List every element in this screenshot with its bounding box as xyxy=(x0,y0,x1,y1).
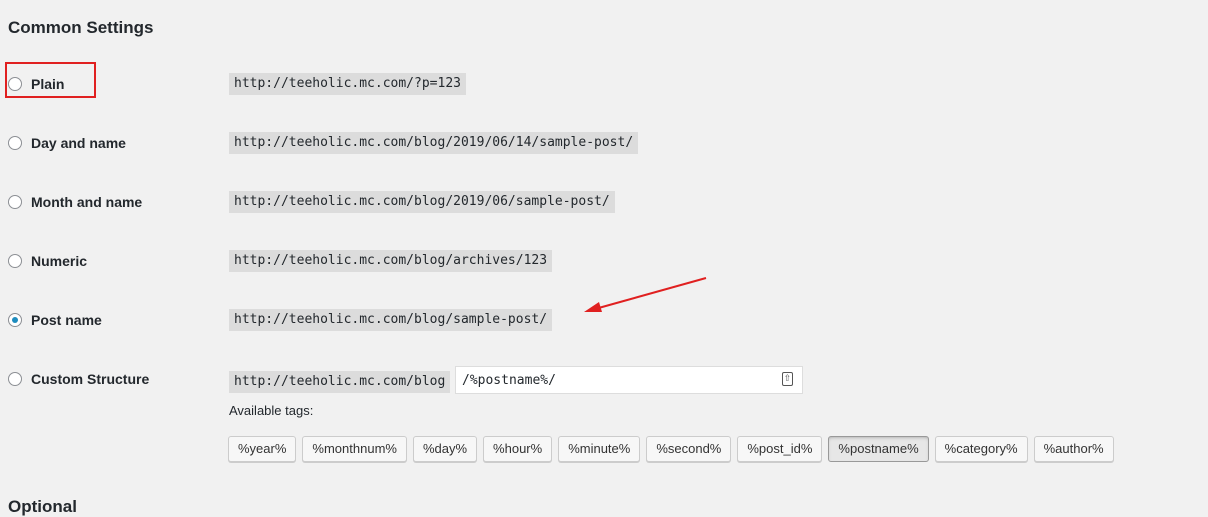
option-label: Custom Structure xyxy=(31,371,150,387)
url-example-post-name: http://teeholic.mc.com/blog/sample-post/ xyxy=(229,309,553,331)
tag-day-button[interactable]: %day% xyxy=(412,436,478,462)
annotation-arrow-icon xyxy=(584,277,707,312)
tag-author-button[interactable]: %author% xyxy=(1033,436,1114,462)
tag-post-id-button[interactable]: %post_id% xyxy=(737,436,823,462)
radio-post-name[interactable] xyxy=(8,313,22,327)
tag-hour-button[interactable]: %hour% xyxy=(483,436,553,462)
next-section-heading: Optional xyxy=(8,497,77,516)
option-numeric[interactable]: Numeric xyxy=(8,253,87,269)
option-post-name[interactable]: Post name xyxy=(8,312,102,328)
password-manager-icon[interactable]: ⇧ xyxy=(782,372,793,386)
radio-day-and-name[interactable] xyxy=(8,136,22,150)
available-tags-list: %year% %monthnum% %day% %hour% %minute% … xyxy=(228,436,1114,462)
url-prefix-custom: http://teeholic.mc.com/blog xyxy=(229,371,451,393)
url-example-day-and-name: http://teeholic.mc.com/blog/2019/06/14/s… xyxy=(229,132,639,154)
option-label: Month and name xyxy=(31,194,143,210)
tag-monthnum-button[interactable]: %monthnum% xyxy=(302,436,407,462)
option-month-and-name[interactable]: Month and name xyxy=(8,194,142,210)
option-plain[interactable]: Plain xyxy=(8,76,64,92)
radio-custom-structure[interactable] xyxy=(8,372,22,386)
option-custom-structure[interactable]: Custom Structure xyxy=(8,371,149,387)
radio-numeric[interactable] xyxy=(8,254,22,268)
section-heading: Common Settings xyxy=(8,18,154,37)
tag-year-button[interactable]: %year% xyxy=(228,436,297,462)
url-example-plain: http://teeholic.mc.com/?p=123 xyxy=(229,73,466,95)
tag-minute-button[interactable]: %minute% xyxy=(558,436,641,462)
url-example-numeric: http://teeholic.mc.com/blog/archives/123 xyxy=(229,250,553,272)
option-label: Numeric xyxy=(31,253,88,269)
available-tags-label: Available tags: xyxy=(229,403,314,418)
tag-second-button[interactable]: %second% xyxy=(646,436,732,462)
radio-plain[interactable] xyxy=(8,77,22,91)
url-example-month-and-name: http://teeholic.mc.com/blog/2019/06/samp… xyxy=(229,191,615,213)
option-label: Day and name xyxy=(31,135,126,151)
radio-month-and-name[interactable] xyxy=(8,195,22,209)
option-day-and-name[interactable]: Day and name xyxy=(8,135,126,151)
option-label: Plain xyxy=(31,76,65,92)
tag-postname-button[interactable]: %postname% xyxy=(828,436,929,462)
custom-structure-input[interactable] xyxy=(455,366,803,394)
tag-category-button[interactable]: %category% xyxy=(934,436,1028,462)
option-label: Post name xyxy=(31,312,102,328)
